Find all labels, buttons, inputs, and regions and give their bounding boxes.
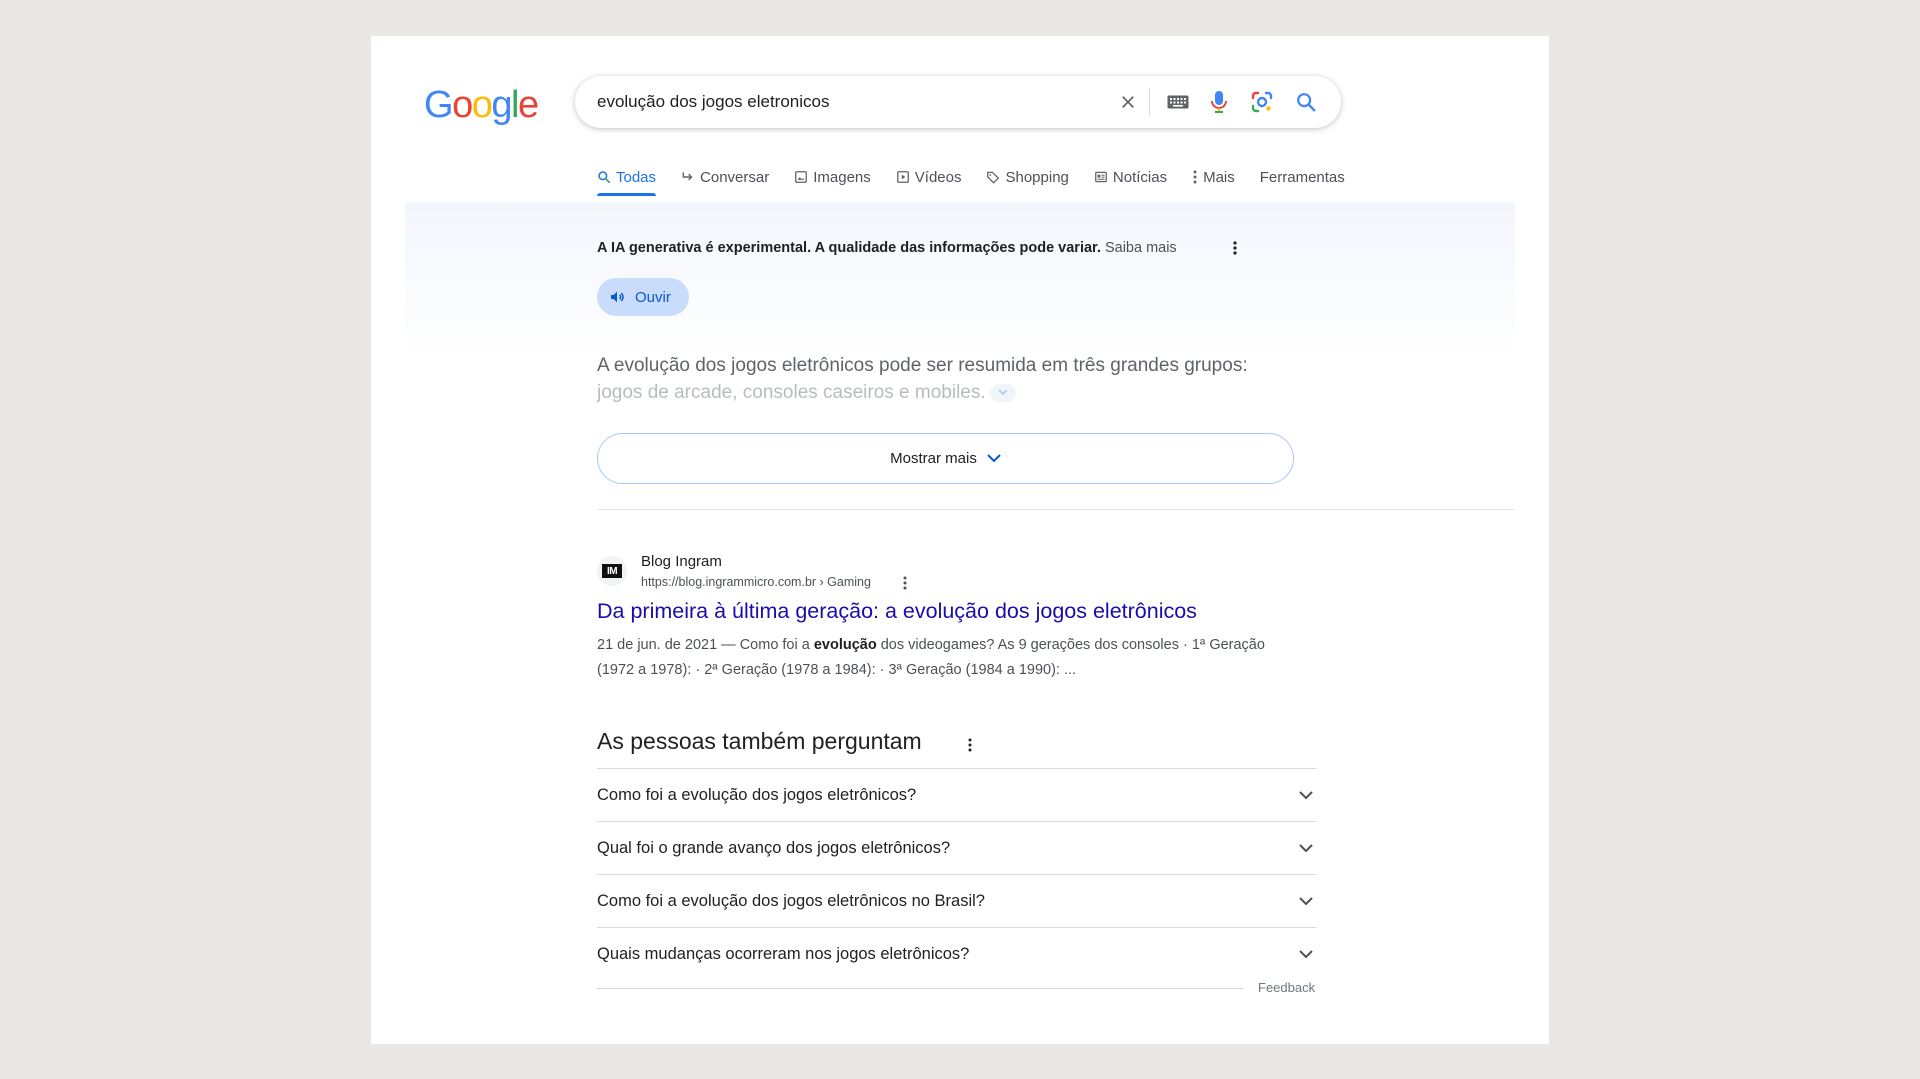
tab-label: Notícias bbox=[1112, 168, 1168, 186]
tab-label: Mais bbox=[1203, 168, 1235, 186]
tab-label: Vídeos bbox=[914, 168, 962, 186]
favicon-text: IM bbox=[602, 564, 622, 578]
tab-videos[interactable]: Vídeos bbox=[896, 158, 975, 196]
logo-letter: g bbox=[491, 84, 512, 126]
search-input[interactable] bbox=[597, 76, 1097, 128]
learn-more-link[interactable]: Saiba mais bbox=[1105, 240, 1177, 256]
speaker-icon bbox=[611, 291, 624, 303]
people-also-ask-title: As pessoas também perguntam bbox=[597, 728, 922, 754]
expand-chip[interactable] bbox=[989, 383, 1016, 402]
search-tabs: Todas Conversar Imagens Vídeos Shopping … bbox=[597, 158, 1370, 196]
result-title-link[interactable]: Da primeira à última geração: a evolução… bbox=[597, 599, 1197, 624]
play-icon bbox=[896, 171, 909, 183]
search-divider bbox=[1149, 88, 1150, 116]
ai-summary-line: jogos de arcade, consoles caseiros e mob… bbox=[597, 382, 986, 403]
paa-question-text: Quais mudanças ocorreram nos jogos eletr… bbox=[597, 944, 970, 963]
paa-question[interactable]: Como foi a evolução dos jogos eletrônico… bbox=[597, 874, 1317, 927]
paa-question-text: Como foi a evolução dos jogos eletrônico… bbox=[597, 891, 985, 910]
divider bbox=[597, 988, 1243, 989]
tab-ferramentas[interactable]: Ferramentas bbox=[1260, 158, 1358, 196]
site-url[interactable]: https://blog.ingrammicro.com.br › Gaming bbox=[641, 575, 871, 589]
chevron-down-icon bbox=[1299, 843, 1313, 852]
show-more-label: Mostrar mais bbox=[890, 450, 977, 467]
google-logo[interactable]: Google bbox=[424, 84, 539, 127]
tab-todas[interactable]: Todas bbox=[597, 158, 669, 196]
listen-button[interactable]: Ouvir bbox=[597, 278, 689, 316]
chevron-down-icon bbox=[1299, 949, 1313, 958]
chevron-down-icon bbox=[998, 389, 1008, 396]
logo-letter: o bbox=[452, 84, 473, 126]
tab-label: Conversar bbox=[700, 168, 770, 186]
paa-question[interactable]: Quais mudanças ocorreram nos jogos eletr… bbox=[597, 927, 1317, 980]
show-more-button[interactable]: Mostrar mais bbox=[597, 433, 1294, 484]
chevron-down-icon bbox=[1299, 790, 1313, 799]
tab-noticias[interactable]: Notícias bbox=[1094, 158, 1180, 196]
site-name[interactable]: Blog Ingram bbox=[641, 553, 722, 570]
more-vert-icon[interactable] bbox=[897, 572, 913, 594]
microphone-icon[interactable] bbox=[1206, 89, 1232, 115]
reply-arrow-icon bbox=[682, 172, 693, 181]
snippet-text: Como foi a bbox=[735, 637, 814, 653]
chevron-down-icon bbox=[1299, 896, 1313, 905]
snippet-highlight: evolução bbox=[813, 637, 877, 653]
tab-mais[interactable]: Mais bbox=[1192, 158, 1248, 196]
keyboard-icon[interactable] bbox=[1165, 89, 1191, 115]
chevron-down-icon bbox=[987, 454, 1001, 463]
feedback-link[interactable]: Feedback bbox=[1258, 980, 1315, 995]
logo-letter: o bbox=[471, 84, 493, 126]
lens-icon[interactable] bbox=[1249, 89, 1275, 115]
logo-letter: e bbox=[517, 84, 539, 126]
tab-label: Imagens bbox=[813, 168, 871, 186]
divider bbox=[597, 509, 1515, 510]
tab-conversar[interactable]: Conversar bbox=[681, 158, 782, 196]
people-also-ask-list: Como foi a evolução dos jogos eletrônico… bbox=[597, 768, 1317, 980]
tab-imagens[interactable]: Imagens bbox=[794, 158, 884, 196]
result-snippet: 21 de jun. de 2021 — Como foi a evolução… bbox=[597, 633, 1277, 683]
tab-label: Ferramentas bbox=[1259, 168, 1345, 186]
image-icon bbox=[795, 171, 808, 183]
tag-icon bbox=[987, 171, 1000, 184]
search-icon bbox=[598, 171, 611, 184]
tab-label: Shopping bbox=[1005, 168, 1069, 186]
ai-disclaimer-text: A IA generativa é experimental. A qualid… bbox=[597, 240, 1101, 256]
paa-question-text: Qual foi o grande avanço dos jogos eletr… bbox=[597, 838, 951, 857]
tab-shopping[interactable]: Shopping bbox=[986, 158, 1081, 196]
search-icon[interactable] bbox=[1293, 89, 1319, 115]
ai-summary-line: A evolução dos jogos eletrônicos pode se… bbox=[597, 355, 1248, 376]
search-results-page: Google Todas Conversar bbox=[371, 36, 1549, 1044]
logo-letter: l bbox=[510, 84, 519, 126]
ai-summary: A evolução dos jogos eletrônicos pode se… bbox=[597, 352, 1297, 406]
site-favicon[interactable]: IM bbox=[597, 556, 627, 586]
search-box bbox=[575, 76, 1341, 128]
more-vert-icon[interactable] bbox=[962, 732, 978, 758]
newspaper-icon bbox=[1094, 171, 1107, 183]
close-icon[interactable] bbox=[1115, 89, 1141, 115]
more-vert-icon[interactable] bbox=[1225, 236, 1245, 260]
ai-disclaimer: A IA generativa é experimental. A qualid… bbox=[597, 240, 1177, 256]
snippet-date: 21 de jun. de 2021 — bbox=[597, 637, 736, 653]
listen-label: Ouvir bbox=[635, 288, 671, 306]
paa-question-text: Como foi a evolução dos jogos eletrônico… bbox=[597, 785, 917, 804]
paa-question[interactable]: Qual foi o grande avanço dos jogos eletr… bbox=[597, 821, 1317, 874]
tab-label: Todas bbox=[616, 168, 657, 186]
logo-letter: G bbox=[424, 84, 454, 126]
more-vert-icon bbox=[1193, 170, 1197, 184]
paa-question[interactable]: Como foi a evolução dos jogos eletrônico… bbox=[597, 768, 1317, 821]
